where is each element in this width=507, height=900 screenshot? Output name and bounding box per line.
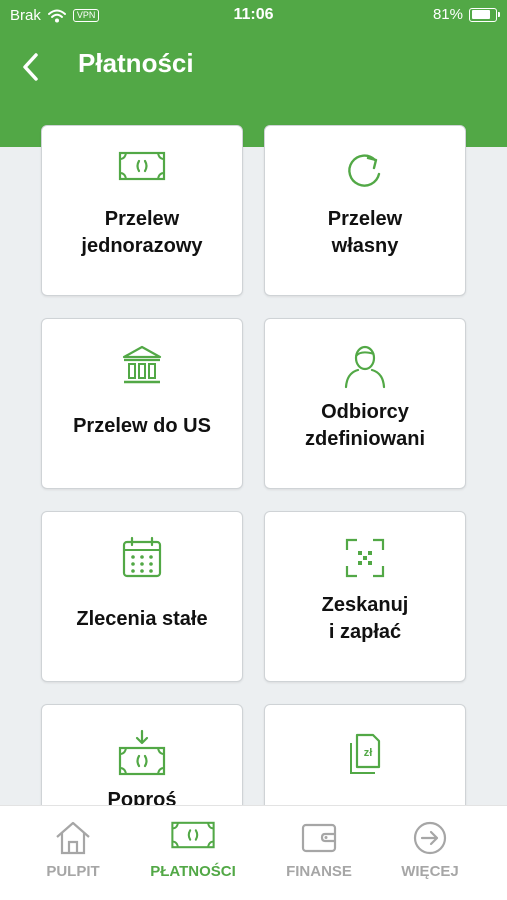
refresh-icon bbox=[348, 154, 381, 187]
tab-pulpit[interactable]: PULPIT bbox=[10, 806, 136, 900]
banknote-icon bbox=[171, 821, 215, 849]
documents-zl-icon: zł bbox=[350, 733, 381, 774]
tab-platnosci[interactable]: PŁATNOŚCI bbox=[130, 806, 256, 900]
battery-icon bbox=[469, 7, 500, 22]
battery-percent: 81% bbox=[432, 6, 463, 23]
tab-label: WIĘCEJ bbox=[401, 863, 459, 880]
tile-label: Przelew własny bbox=[327, 208, 403, 257]
tile-przelew-do-us[interactable]: Przelew do US bbox=[41, 318, 243, 489]
tab-wiecej[interactable]: WIĘCEJ bbox=[367, 806, 493, 900]
tile-label: Zlecenia stałe bbox=[76, 608, 208, 630]
home-icon bbox=[56, 821, 90, 855]
tile-odbiorcy-zdefiniowani[interactable]: Odbiorcy zdefiniowani bbox=[264, 318, 466, 489]
calendar-icon bbox=[122, 536, 162, 578]
bank-icon bbox=[122, 345, 162, 384]
tile-label: Odbiorcy zdefiniowani bbox=[305, 401, 425, 450]
page-title: Płatności bbox=[78, 48, 194, 78]
clock: 11:06 bbox=[233, 6, 274, 23]
user-icon bbox=[344, 345, 386, 389]
svg-text:zł: zł bbox=[364, 747, 373, 759]
tile-zeskanuj-i-zaplac[interactable]: Zeskanuj i zapłać bbox=[264, 511, 466, 682]
status-bar: Brak VPN 11:06 81% bbox=[0, 0, 507, 32]
tile-label: Przelew jednorazowy bbox=[81, 208, 203, 257]
tile-przelew-jednorazowy[interactable]: Przelew jednorazowy bbox=[41, 125, 243, 296]
tab-label: FINANSE bbox=[286, 863, 352, 880]
bottom-tab-bar: PULPIT PŁATNOŚCI FINANSE WIĘCEJ bbox=[0, 805, 507, 900]
banknote-icon bbox=[118, 151, 166, 181]
tile-zlecenia-stale[interactable]: Zlecenia stałe bbox=[41, 511, 243, 682]
chevron-left-icon[interactable] bbox=[16, 50, 46, 84]
tile-label: Przelew do US bbox=[73, 415, 211, 437]
tab-label: PULPIT bbox=[46, 863, 100, 880]
arrow-circle-icon bbox=[413, 821, 447, 855]
tile-label: Zeskanuj i zapłać bbox=[321, 594, 409, 643]
tab-finanse[interactable]: FINANSE bbox=[256, 806, 382, 900]
request-money-icon bbox=[118, 729, 166, 776]
tile-przelew-wlasny[interactable]: Przelew własny bbox=[264, 125, 466, 296]
wallet-icon bbox=[301, 823, 337, 853]
tab-label: PŁATNOŚCI bbox=[150, 863, 236, 880]
scan-icon bbox=[345, 538, 385, 578]
